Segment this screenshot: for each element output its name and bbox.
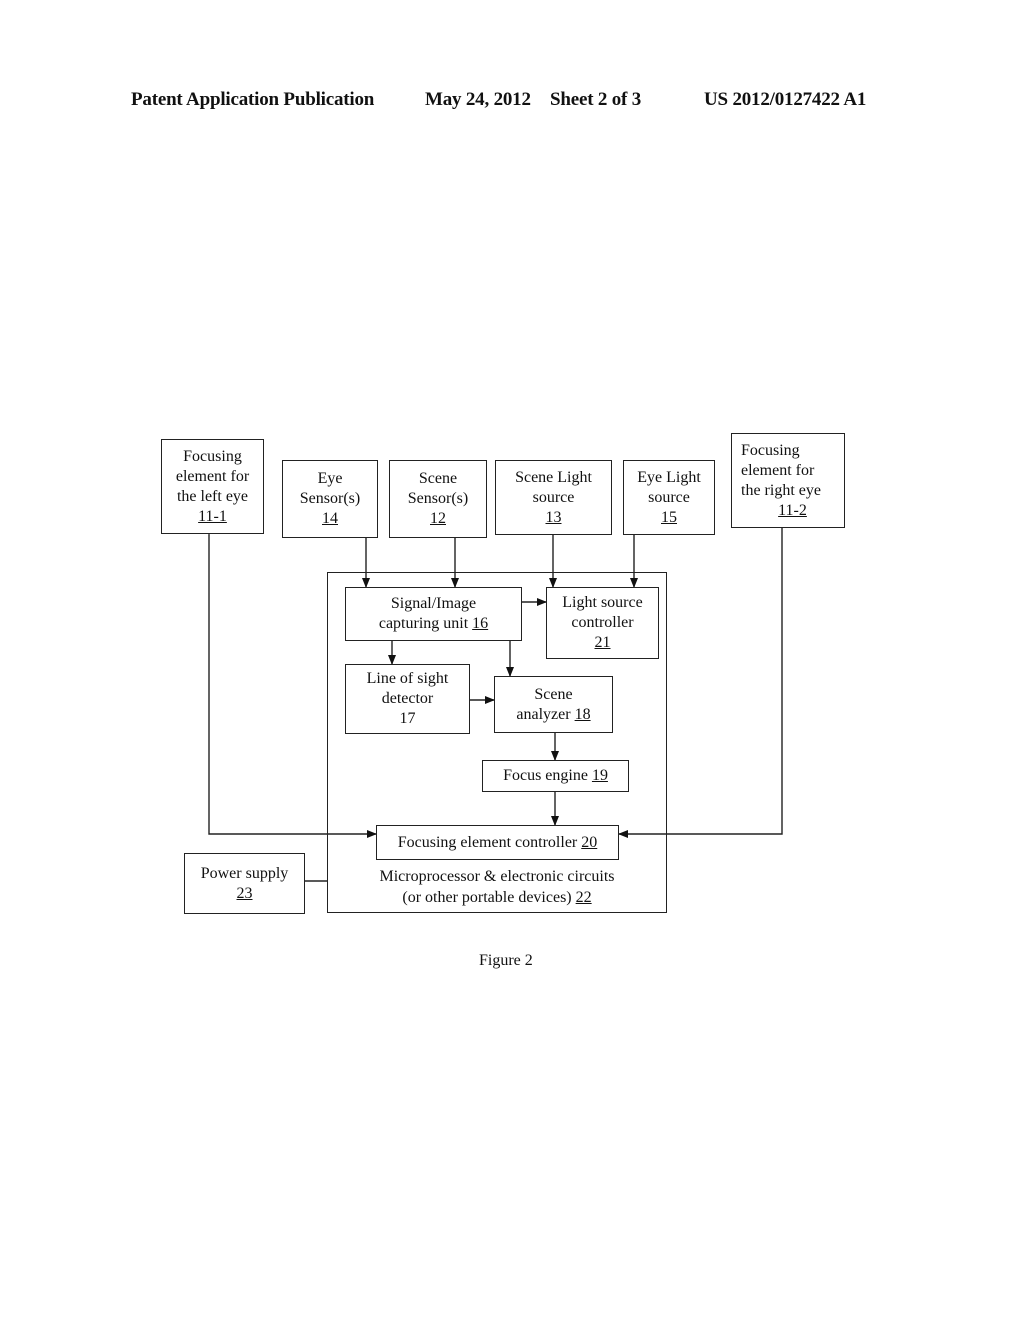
block-text: Focusing element controller [397,833,582,851]
block-text: Focusing [183,447,242,465]
block-focus-engine: Focus engine 19 [482,760,629,792]
block-text: source [648,488,690,506]
block-text: Scene [534,685,573,703]
reference-number: 14 [322,510,338,527]
block-text: Eye Light [637,468,701,486]
block-text-last: Focus engine 19 [503,766,608,786]
reference-number: 21 [594,634,611,651]
block-text-last: capturing unit 16 [379,614,488,634]
block-text: Eye [317,470,343,487]
reference-number: 19 [591,767,608,784]
block-text: analyzer [516,705,575,723]
reference-number: 23 [236,884,253,902]
block-text: Scene [418,470,458,487]
reference-number: 11-1 [198,507,227,525]
reference-number: 16 [472,615,489,632]
block-scene-analyzer: Scene analyzer 18 [494,676,613,733]
block-text: Focus engine [503,767,592,784]
reference-number: 20 [581,833,598,851]
block-eye-light-source: Eye Light source 15 [623,460,715,535]
reference-number: 13 [545,508,562,526]
block-text: element for [175,467,250,485]
block-text: Scene Light [515,468,592,486]
block-power-supply: Power supply 23 [184,853,305,914]
block-text: the right eye [741,481,821,499]
block-text: Sensor(s) [407,490,469,507]
block-signal-image-capturing-unit: Signal/Image capturing unit 16 [345,587,522,641]
block-text: Power supply [200,864,289,882]
reference-number: 12 [430,510,446,527]
block-text: Light source [562,594,643,611]
block-text: controller [571,614,634,631]
block-text: Signal/Image [390,595,477,612]
block-eye-sensor: Eye Sensor(s) 14 [282,460,378,538]
reference-number: 11-2 [778,501,807,519]
reference-number: 22 [575,889,592,906]
block-text: Line of sight [366,670,449,687]
block-left-focusing-element: Focusing element for the left eye 11-1 [161,439,264,534]
block-text: Sensor(s) [299,490,361,507]
block-text: Focusing [741,441,800,459]
block-text-last: Focusing element controller 20 [398,833,598,853]
microprocessor-caption: Microprocessor & electronic circuits (or… [340,866,654,908]
block-text: element for [741,461,815,479]
block-text: the left eye [176,487,249,505]
caption-text: Microprocessor & electronic circuits [379,868,615,885]
block-scene-sensor: Scene Sensor(s) 12 [389,460,487,538]
block-scene-light-source: Scene Light source 13 [495,460,612,535]
block-focusing-element-controller: Focusing element controller 20 [376,825,619,860]
caption-text-last: (or other portable devices) 22 [340,887,654,908]
reference-number: 15 [661,508,677,526]
block-text: detector [381,690,434,707]
block-line-of-sight-detector: Line of sight detector 17 [345,664,470,734]
block-text: 17 [399,710,416,727]
block-right-focusing-element: Focusing element for the right eye 11-2 [731,433,845,528]
figure-label: Figure 2 [479,952,533,969]
block-light-source-controller: Light source controller 21 [546,587,659,659]
caption-text: (or other portable devices) [402,889,576,906]
block-text-last: analyzer 18 [516,705,590,725]
block-text: source [532,488,575,506]
block-text: capturing unit [378,615,473,632]
reference-number: 18 [574,705,591,723]
